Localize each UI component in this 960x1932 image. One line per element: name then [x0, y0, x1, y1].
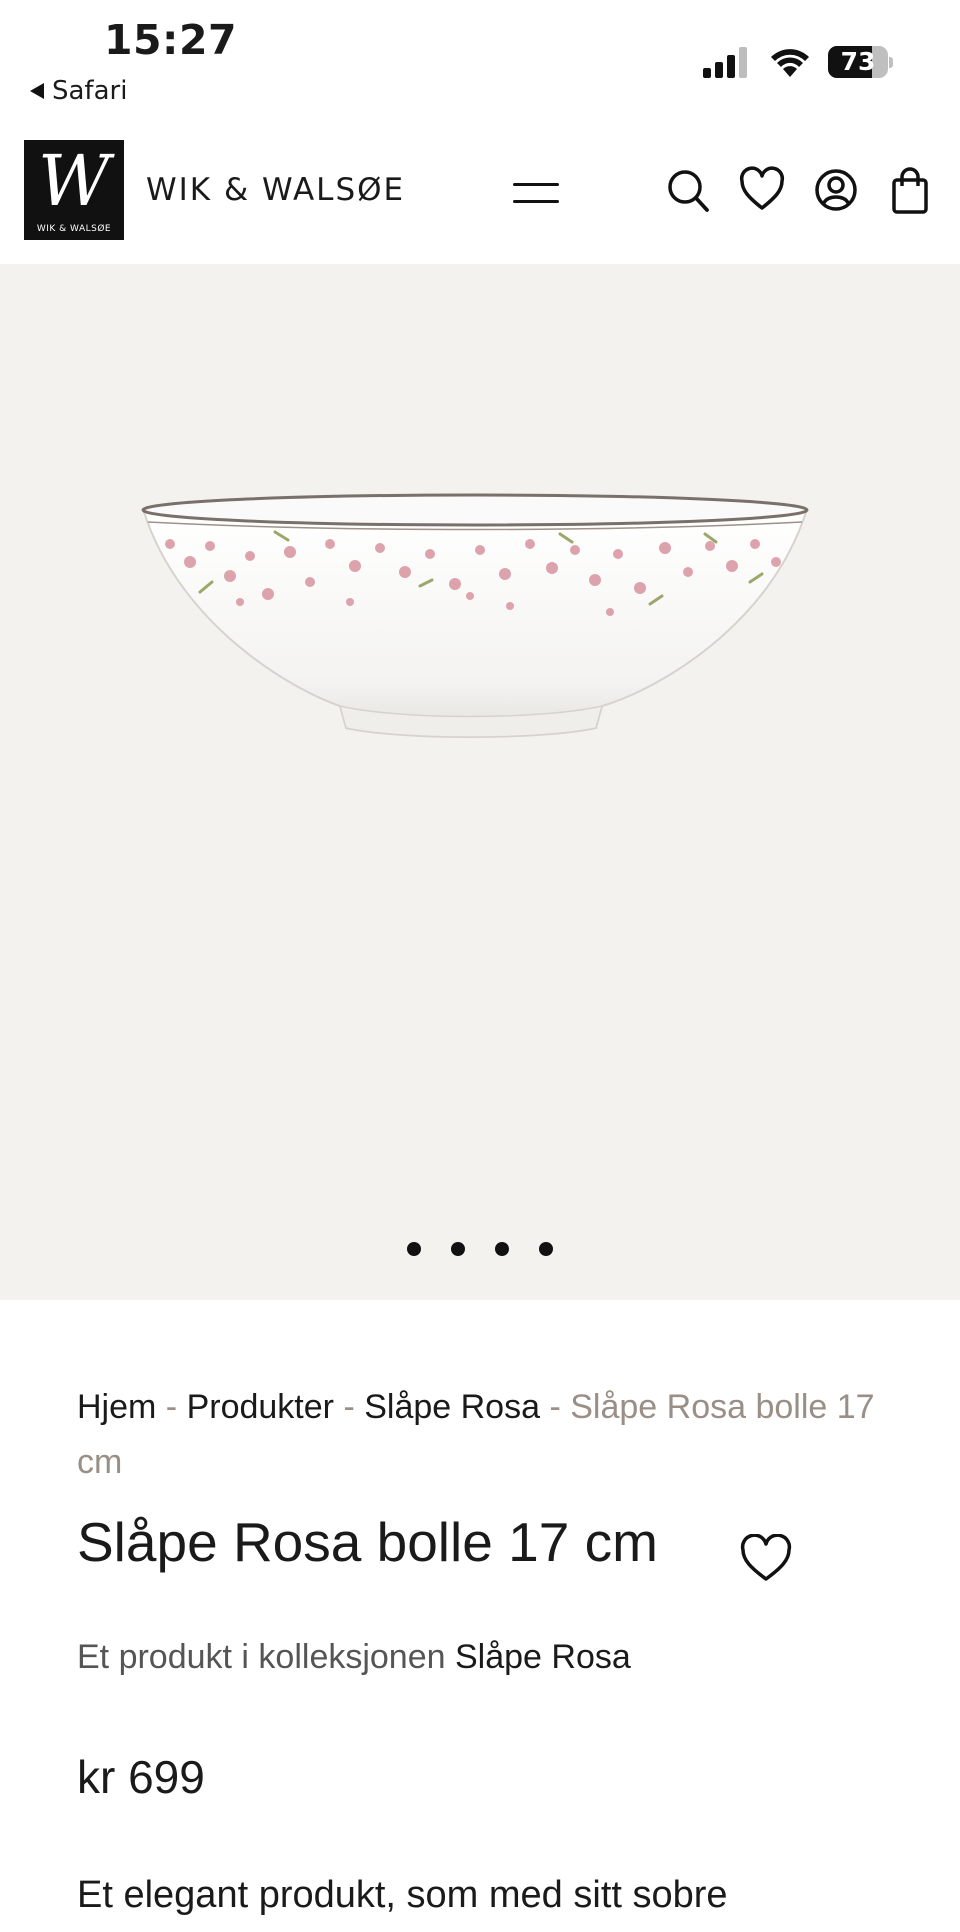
- account-icon[interactable]: [812, 164, 860, 216]
- back-to-safari[interactable]: Safari: [30, 76, 127, 106]
- brand-name[interactable]: WIK & WALSØE: [146, 172, 405, 208]
- gallery-pagination[interactable]: [0, 1242, 960, 1262]
- site-header: W WIK & WALSØE WIK & WALSØE: [0, 120, 960, 264]
- status-time: 15:27: [104, 16, 238, 64]
- cellular-signal-icon: [703, 47, 747, 78]
- collection-prefix: Et produkt i kolleksjonen: [77, 1638, 446, 1676]
- gallery-dot[interactable]: [407, 1242, 421, 1256]
- product-description: Et elegant produkt, som med sitt sobre: [77, 1874, 728, 1916]
- add-to-wishlist-heart-icon[interactable]: [739, 1534, 793, 1584]
- collection-link[interactable]: Slåpe Rosa: [455, 1638, 631, 1676]
- status-bar: 15:27 Safari 73: [0, 0, 960, 120]
- product-image-bowl[interactable]: [140, 484, 820, 784]
- menu-icon[interactable]: [513, 178, 561, 208]
- gallery-dot[interactable]: [539, 1242, 553, 1256]
- breadcrumb-home[interactable]: Hjem: [77, 1388, 156, 1426]
- brand-logo[interactable]: W WIK & WALSØE: [24, 140, 124, 240]
- breadcrumb: Hjem - Produkter - Slåpe Rosa - Slåpe Ro…: [77, 1380, 887, 1490]
- breadcrumb-separator: -: [165, 1388, 178, 1426]
- logo-letter: W: [38, 140, 110, 222]
- product-title-row: Slåpe Rosa bolle 17 cm: [77, 1510, 897, 1600]
- battery-percent: 73: [840, 47, 876, 76]
- collection-line: Et produkt i kolleksjonen Slåpe Rosa: [77, 1638, 631, 1677]
- breadcrumb-separator: -: [549, 1388, 561, 1426]
- gallery-dot[interactable]: [495, 1242, 509, 1256]
- search-icon[interactable]: [664, 164, 712, 216]
- product-gallery[interactable]: [0, 264, 960, 1300]
- breadcrumb-products[interactable]: Produkter: [187, 1388, 334, 1426]
- breadcrumb-separator: -: [343, 1388, 355, 1426]
- breadcrumb-collection[interactable]: Slåpe Rosa: [364, 1388, 540, 1426]
- product-price: kr 699: [77, 1751, 205, 1803]
- heart-icon[interactable]: [738, 164, 786, 216]
- back-label: Safari: [52, 76, 128, 106]
- gallery-dot[interactable]: [451, 1242, 465, 1256]
- wifi-icon: [771, 49, 809, 77]
- page-title: Slåpe Rosa bolle 17 cm: [77, 1511, 658, 1573]
- battery-icon: 73: [828, 46, 894, 78]
- bag-icon[interactable]: [886, 164, 934, 216]
- logo-small-text: WIK & WALSØE: [36, 224, 112, 234]
- breadcrumb-text: Hjem - Produkter - Slåpe Rosa - Slåpe Ro…: [77, 1380, 887, 1490]
- back-arrow-icon: [30, 83, 44, 99]
